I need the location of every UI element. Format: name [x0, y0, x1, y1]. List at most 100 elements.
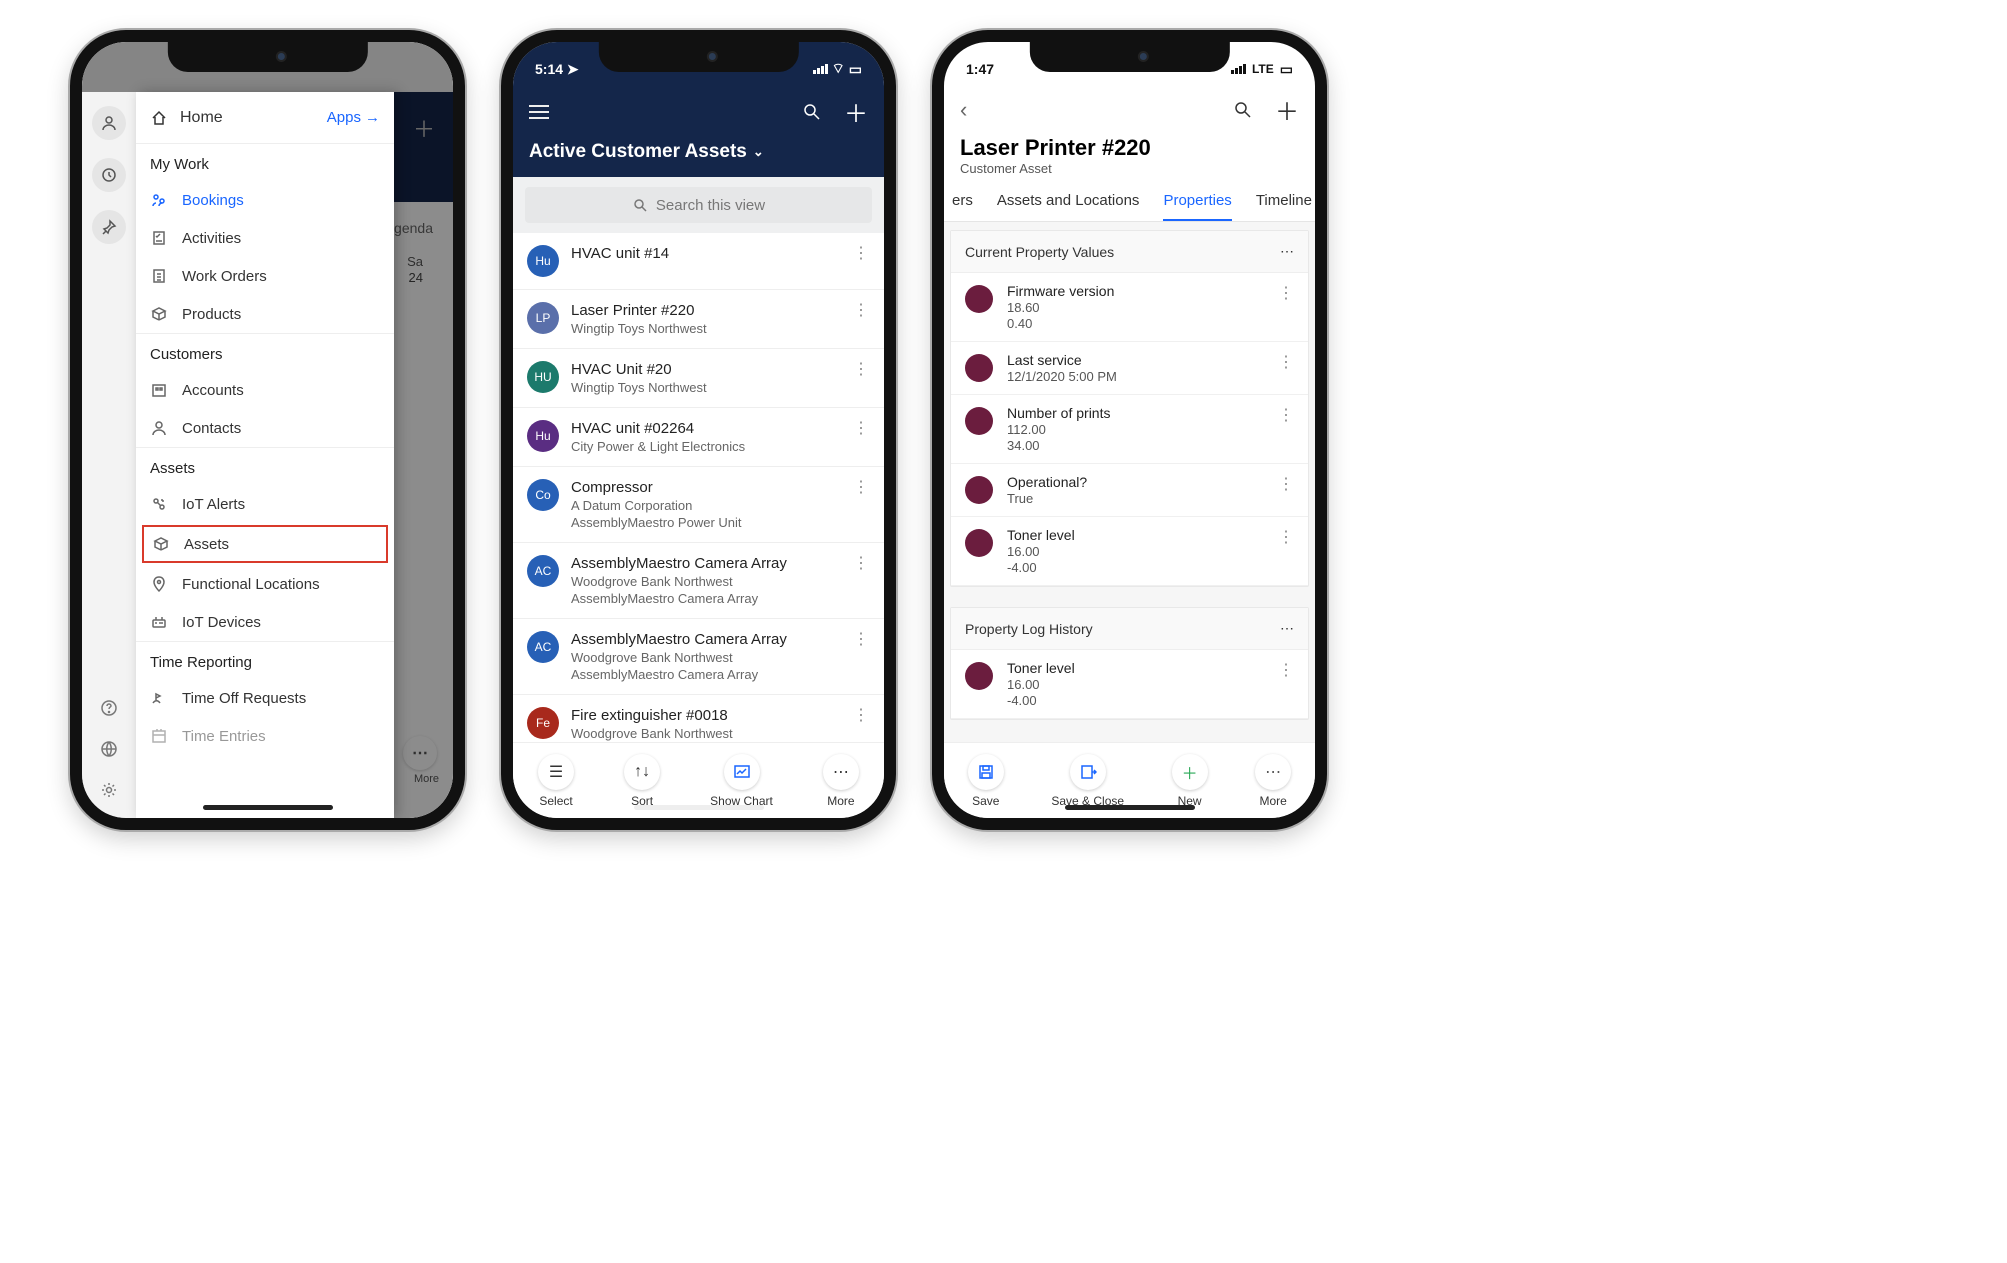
save-close-button[interactable]: Save & Close: [1051, 754, 1124, 808]
card-menu-icon[interactable]: ⋯: [1280, 243, 1294, 260]
row-menu-icon[interactable]: ⋮: [853, 553, 870, 573]
nav-contacts[interactable]: Contacts: [136, 409, 394, 447]
item-sub1: Wingtip Toys Northwest: [571, 321, 870, 336]
select-button[interactable]: ☰Select: [538, 754, 574, 808]
avatar-icon[interactable]: [92, 106, 126, 140]
clock-icon[interactable]: [92, 158, 126, 192]
add-icon[interactable]: ＋: [1275, 92, 1299, 127]
hamburger-icon[interactable]: [529, 105, 549, 119]
row-menu-icon[interactable]: ⋮: [1278, 405, 1294, 425]
search-input[interactable]: Search this view: [525, 187, 872, 223]
avatar: Fe: [527, 707, 559, 739]
nav-functional-locations[interactable]: Functional Locations: [136, 565, 394, 603]
avatar: LP: [527, 302, 559, 334]
asset-list[interactable]: HuHVAC unit #14⋮LPLaser Printer #220Wing…: [513, 233, 884, 742]
item-sub2: AssemblyMaestro Camera Array: [571, 591, 870, 606]
home-label[interactable]: Home: [180, 109, 223, 127]
list-item[interactable]: ACAssemblyMaestro Camera ArrayWoodgrove …: [513, 619, 884, 695]
row-menu-icon[interactable]: ⋮: [1278, 474, 1294, 494]
pin-icon[interactable]: [92, 210, 126, 244]
globe-icon[interactable]: [100, 740, 118, 763]
search-icon[interactable]: [1233, 100, 1253, 120]
property-row[interactable]: Firmware version18.600.40⋮: [951, 273, 1308, 342]
help-icon[interactable]: [100, 699, 118, 722]
back-icon[interactable]: ‹: [960, 97, 967, 123]
tab-truncated[interactable]: ers: [952, 192, 973, 221]
row-menu-icon[interactable]: ⋮: [1278, 660, 1294, 680]
property-row[interactable]: Operational?True⋮: [951, 464, 1308, 517]
nav-bookings[interactable]: Bookings: [136, 181, 394, 219]
property-name: Operational?: [1007, 474, 1294, 490]
show-chart-button[interactable]: Show Chart: [710, 754, 773, 808]
property-row[interactable]: Toner level16.00-4.00⋮: [951, 650, 1308, 719]
nav-activities[interactable]: Activities: [136, 219, 394, 257]
item-title: HVAC unit #14: [571, 245, 870, 262]
row-menu-icon[interactable]: ⋮: [853, 418, 870, 438]
view-title[interactable]: Active Customer Assets ⌄: [529, 141, 868, 163]
property-dot-icon: [965, 662, 993, 690]
row-menu-icon[interactable]: ⋮: [1278, 527, 1294, 547]
search-icon: [632, 197, 648, 213]
list-item[interactable]: FeFire extinguisher #0018Woodgrove Bank …: [513, 695, 884, 742]
tab-properties[interactable]: Properties: [1163, 192, 1231, 221]
battery-icon: ▭: [849, 61, 862, 78]
list-item[interactable]: CoCompressorA Datum CorporationAssemblyM…: [513, 467, 884, 543]
tab-timeline[interactable]: Timeline: [1256, 192, 1312, 221]
property-dot-icon: [965, 529, 993, 557]
nav-assets[interactable]: Assets: [142, 525, 388, 563]
nav-time-entries[interactable]: Time Entries: [136, 717, 394, 755]
property-row[interactable]: Number of prints112.0034.00⋮: [951, 395, 1308, 464]
row-menu-icon[interactable]: ⋮: [853, 243, 870, 263]
search-icon[interactable]: [802, 102, 822, 122]
list-item[interactable]: HuHVAC unit #14⋮: [513, 233, 884, 290]
section-time: Time Reporting: [136, 642, 394, 679]
item-title: Fire extinguisher #0018: [571, 707, 870, 724]
card-menu-icon[interactable]: ⋯: [1280, 620, 1294, 637]
save-button[interactable]: Save: [968, 754, 1004, 808]
nav-products[interactable]: Products: [136, 295, 394, 333]
notch: [1029, 42, 1229, 72]
item-sub1: Woodgrove Bank Northwest: [571, 650, 870, 665]
tab-assets-locations[interactable]: Assets and Locations: [997, 192, 1140, 221]
more-button[interactable]: ⋯More: [1255, 754, 1291, 808]
nav-time-off[interactable]: Time Off Requests: [136, 679, 394, 717]
item-title: AssemblyMaestro Camera Array: [571, 555, 870, 572]
gear-icon[interactable]: [100, 781, 118, 804]
nav-work-orders[interactable]: Work Orders: [136, 257, 394, 295]
record-subtitle: Customer Asset: [944, 161, 1315, 184]
property-dot-icon: [965, 407, 993, 435]
list-item[interactable]: LPLaser Printer #220Wingtip Toys Northwe…: [513, 290, 884, 349]
list-item[interactable]: ACAssemblyMaestro Camera ArrayWoodgrove …: [513, 543, 884, 619]
property-value-1: 16.00: [1007, 677, 1294, 692]
property-row[interactable]: Last service12/1/2020 5:00 PM⋮: [951, 342, 1308, 395]
row-menu-icon[interactable]: ⋮: [853, 629, 870, 649]
nav-iot-alerts[interactable]: IoT Alerts: [136, 485, 394, 523]
nav-accounts[interactable]: Accounts: [136, 371, 394, 409]
row-menu-icon[interactable]: ⋮: [853, 300, 870, 320]
row-menu-icon[interactable]: ⋮: [1278, 283, 1294, 303]
list-item[interactable]: HUHVAC Unit #20Wingtip Toys Northwest⋮: [513, 349, 884, 408]
item-sub1: A Datum Corporation: [571, 498, 870, 513]
apps-link[interactable]: Apps →: [327, 109, 380, 126]
row-menu-icon[interactable]: ⋮: [853, 705, 870, 725]
item-title: Compressor: [571, 479, 870, 496]
more-button[interactable]: ⋯More: [823, 754, 859, 808]
chevron-down-icon: ⌄: [753, 144, 764, 160]
row-menu-icon[interactable]: ⋮: [853, 477, 870, 497]
wifi-icon: ⌔: [832, 60, 845, 78]
property-value-2: -4.00: [1007, 560, 1294, 575]
avatar: Co: [527, 479, 559, 511]
list-item[interactable]: HuHVAC unit #02264City Power & Light Ele…: [513, 408, 884, 467]
row-menu-icon[interactable]: ⋮: [1278, 352, 1294, 372]
property-name: Last service: [1007, 352, 1294, 368]
card-title: Property Log History: [965, 621, 1093, 637]
property-value-2: 34.00: [1007, 438, 1294, 453]
sort-button[interactable]: ↑↓Sort: [624, 754, 660, 808]
property-value-2: -4.00: [1007, 693, 1294, 708]
row-menu-icon[interactable]: ⋮: [853, 359, 870, 379]
nav-iot-devices[interactable]: IoT Devices: [136, 603, 394, 641]
new-button[interactable]: ＋New: [1172, 754, 1208, 808]
add-icon[interactable]: ＋: [844, 94, 868, 129]
phone-2-asset-list: 5:14 ➤ ⌔ ▭ ＋ Active Customer Assets ⌄: [501, 30, 896, 830]
property-row[interactable]: Toner level16.00-4.00⋮: [951, 517, 1308, 586]
